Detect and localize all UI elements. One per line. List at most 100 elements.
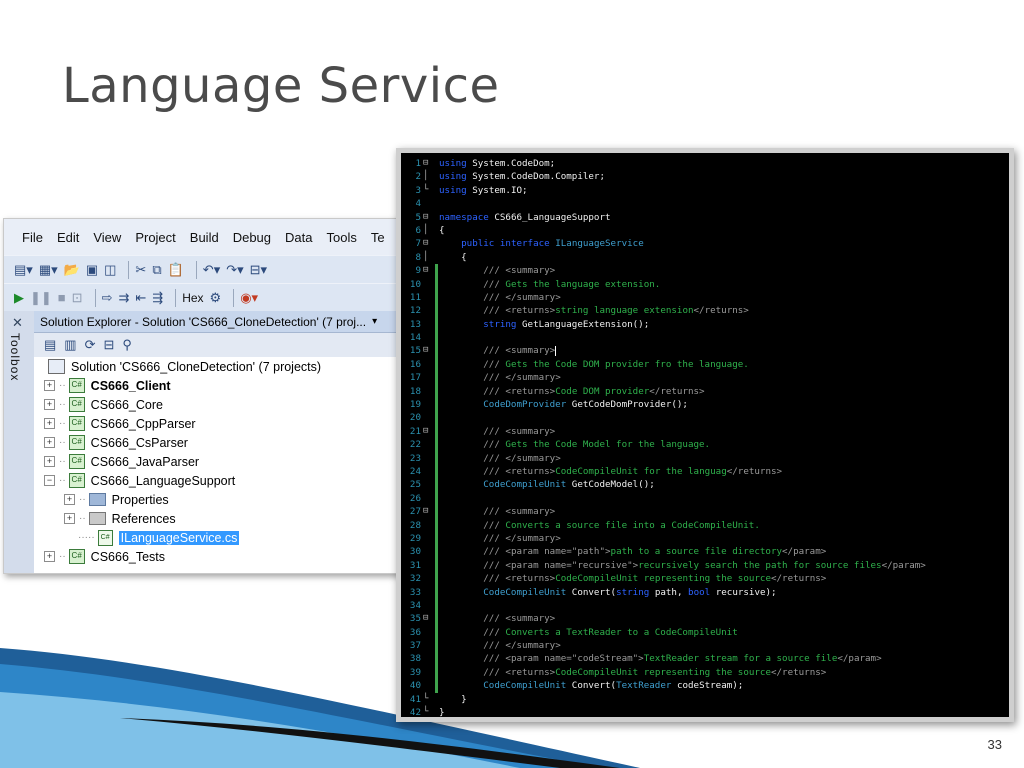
- doc-tag: </summary>: [505, 532, 561, 544]
- tree-item-project[interactable]: + ·· C# CS666_Core: [44, 395, 163, 414]
- start-debug-icon[interactable]: ▶: [14, 290, 24, 306]
- view-code-icon[interactable]: ⊟: [104, 337, 115, 353]
- class-diagram-icon[interactable]: ⚲: [122, 337, 132, 353]
- breakpoints-icon[interactable]: ◉▾: [240, 290, 258, 306]
- properties-icon[interactable]: ▤: [44, 337, 56, 353]
- menu-debug[interactable]: Debug: [233, 230, 271, 245]
- properties-folder-icon: [88, 493, 106, 506]
- comment-text: CodeCompileUnit: [555, 465, 639, 477]
- paste-icon[interactable]: 📋: [168, 262, 184, 278]
- code-line: 33 CodeCompileUnit Convert(string path, …: [401, 585, 1009, 599]
- menu-data[interactable]: Data: [285, 230, 312, 245]
- collapse-icon[interactable]: ⊟: [423, 425, 433, 438]
- collapse-icon[interactable]: ⊟: [423, 157, 433, 170]
- hex-button[interactable]: Hex: [182, 291, 203, 305]
- show-all-files-icon[interactable]: ▥: [64, 337, 76, 353]
- csharp-project-icon: C#: [68, 416, 85, 431]
- line-number: 19: [409, 399, 421, 411]
- stop-icon[interactable]: ■: [58, 290, 66, 305]
- menu-tools[interactable]: Tools: [326, 230, 356, 245]
- line-number: 1: [415, 158, 421, 169]
- collapse-icon[interactable]: ⊟: [423, 237, 433, 250]
- change-marker: [435, 639, 438, 653]
- keyword: using: [439, 184, 467, 196]
- cut-icon[interactable]: ✂: [135, 262, 146, 278]
- code-text: System.CodeDom.Compiler;: [472, 171, 605, 183]
- doc-tag: <returns>: [505, 573, 556, 585]
- collapse-icon[interactable]: ⊟: [423, 505, 433, 518]
- new-project-icon[interactable]: ▤▾: [14, 262, 33, 278]
- tree-item-solution[interactable]: Solution 'CS666_CloneDetection' (7 proje…: [48, 357, 321, 376]
- menu-edit[interactable]: Edit: [57, 230, 79, 245]
- expand-icon[interactable]: +: [44, 418, 55, 429]
- doc-tag: </returns>: [770, 666, 827, 678]
- step-over-icon[interactable]: ⇉: [118, 290, 129, 306]
- code-line: 35 ⊟ /// <summary>: [401, 612, 1009, 626]
- tree-item-project[interactable]: + ·· C# CS666_Tests: [44, 547, 165, 566]
- save-icon[interactable]: ▣: [86, 262, 98, 278]
- restart-icon[interactable]: ⊡: [72, 290, 83, 306]
- pause-icon[interactable]: ❚❚: [30, 290, 52, 306]
- code-line: 34: [401, 598, 1009, 613]
- hex-icon[interactable]: ⚙: [210, 290, 222, 306]
- line-number: 36: [409, 626, 421, 638]
- menu-view[interactable]: View: [93, 230, 121, 245]
- tree-item-references[interactable]: + ·· References: [64, 509, 176, 528]
- code-line: 13 string GetLanguageExtension();: [401, 317, 1009, 332]
- code-line: 27 ⊟ /// <summary>: [401, 505, 1009, 519]
- collapse-icon[interactable]: −: [44, 475, 55, 486]
- doc-tag: <param name="codeStream">: [505, 653, 644, 665]
- csharp-project-icon: C#: [68, 473, 85, 488]
- code-line: 19 CodeDomProvider GetCodeDomProvider();: [401, 398, 1009, 412]
- collapse-icon[interactable]: ⊟: [423, 612, 433, 625]
- expand-icon[interactable]: +: [44, 551, 55, 562]
- save-all-icon[interactable]: ◫: [104, 262, 116, 278]
- show-next-icon[interactable]: ⇶: [152, 290, 163, 306]
- code-line: 15 ⊟ /// <summary>: [401, 344, 1009, 358]
- doc-comment: ///: [483, 506, 500, 518]
- project-label: CS666_Core: [90, 397, 163, 412]
- tree-item-file-selected[interactable]: ····· C# ILanguageService.cs: [78, 528, 240, 547]
- add-item-icon[interactable]: ▦▾: [39, 262, 58, 278]
- line-number: 3: [415, 184, 421, 196]
- collapse-icon[interactable]: ⊟: [423, 264, 433, 277]
- undo-icon[interactable]: ↶▾: [203, 262, 220, 278]
- toolbox-strip[interactable]: ✕ Toolbox: [4, 311, 35, 573]
- step-out-icon[interactable]: ⇤: [135, 290, 146, 306]
- expand-icon[interactable]: +: [44, 399, 55, 410]
- tree-item-project[interactable]: + ·· C# CS666_CppParser: [44, 414, 196, 433]
- toolbar-separator: [175, 288, 177, 307]
- chevron-down-icon[interactable]: ▾: [372, 316, 377, 327]
- collapse-icon[interactable]: ⊟: [423, 211, 433, 224]
- tree-item-properties[interactable]: + ·· Properties: [64, 490, 169, 509]
- refresh-icon[interactable]: ⟳: [85, 337, 96, 353]
- expand-icon[interactable]: +: [44, 456, 55, 467]
- code-line: 40 CodeCompileUnit Convert(TextReader co…: [401, 679, 1009, 693]
- code-line: 18 /// <returns>Code DOM provider</retur…: [401, 384, 1009, 399]
- navigate-icon[interactable]: ⊟▾: [250, 262, 267, 278]
- doc-tag: <summary>: [505, 506, 556, 518]
- expand-icon[interactable]: +: [64, 494, 75, 505]
- tree-item-project[interactable]: + ·· C# CS666_Client: [44, 376, 171, 395]
- code-editor[interactable]: 1 ⊟ using System.CodeDom; 2 │ using System.C…: [396, 148, 1014, 722]
- tree-item-project[interactable]: − ·· C# CS666_LanguageSupport: [44, 471, 235, 490]
- step-into-icon[interactable]: ⇨: [102, 290, 113, 306]
- copy-icon[interactable]: ⧉: [152, 262, 161, 278]
- line-number: 31: [409, 559, 421, 571]
- menu-project[interactable]: Project: [135, 230, 175, 245]
- debug-toolbar: ▶ ❚❚ ■ ⊡ ⇨ ⇉ ⇤ ⇶ Hex ⚙ ◉▾: [4, 283, 404, 311]
- tree-item-project[interactable]: + ·· C# CS666_CsParser: [44, 433, 188, 452]
- tree-item-project[interactable]: + ·· C# CS666_JavaParser: [44, 452, 199, 471]
- expand-icon[interactable]: +: [44, 380, 55, 391]
- menu-test[interactable]: Te: [371, 230, 385, 245]
- open-folder-icon[interactable]: 📂: [64, 262, 80, 278]
- menu-file[interactable]: File: [22, 230, 43, 245]
- expand-icon[interactable]: +: [64, 513, 75, 524]
- line-number: 27: [409, 506, 421, 518]
- expand-icon[interactable]: +: [44, 437, 55, 448]
- redo-icon[interactable]: ↷▾: [226, 262, 243, 278]
- collapse-icon[interactable]: ⊟: [423, 344, 433, 357]
- line-number: 23: [409, 452, 421, 464]
- menu-build[interactable]: Build: [190, 230, 219, 245]
- line-number: 16: [409, 358, 421, 370]
